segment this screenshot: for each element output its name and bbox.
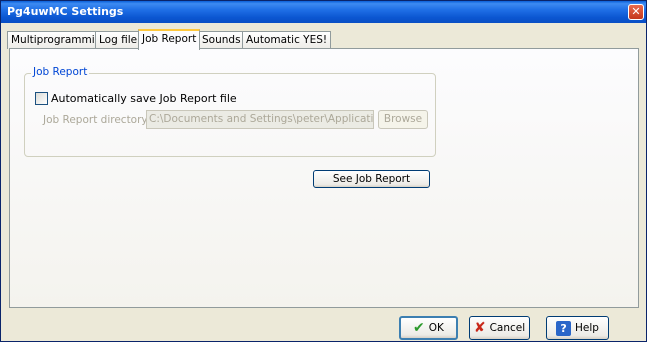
help-button[interactable]: ? Help (546, 316, 609, 340)
tab-label: Multiprogramming (11, 34, 108, 46)
directory-label: Job Report directory: (43, 114, 151, 126)
auto-save-row[interactable]: Automatically save Job Report file (35, 92, 237, 105)
browse-button: Browse (378, 110, 428, 129)
tab-label: Job Report (142, 33, 197, 45)
auto-save-checkbox[interactable] (35, 92, 48, 105)
job-report-group: Job Report Automatically save Job Report… (24, 66, 436, 157)
directory-field: C:\Documents and Settings\peter\Applicat… (146, 110, 374, 129)
tab-automatic-yes[interactable]: Automatic YES! (242, 31, 332, 49)
tab-label: Automatic YES! (246, 34, 328, 46)
ok-button[interactable]: ✔ OK (399, 316, 458, 340)
title-bar[interactable]: Pg4uwMC Settings ✕ (1, 1, 646, 23)
tab-label: Log file (99, 34, 138, 46)
check-icon: ✔ (413, 320, 425, 336)
auto-save-label[interactable]: Automatically save Job Report file (51, 92, 237, 105)
cancel-label: Cancel (489, 322, 526, 334)
see-job-report-button[interactable]: See Job Report (313, 170, 430, 188)
ok-label: OK (428, 322, 444, 334)
x-icon: ✘ (473, 320, 486, 336)
tab-job-report[interactable]: Job Report (138, 29, 201, 50)
tab-sounds[interactable]: Sounds (198, 31, 245, 49)
settings-window: Pg4uwMC Settings ✕ Multiprogramming Log … (0, 0, 647, 342)
close-icon[interactable]: ✕ (628, 4, 644, 20)
footer-bar: ✔ OK ✘ Cancel ? Help (1, 309, 646, 341)
tab-label: Sounds (202, 34, 241, 46)
group-title: Job Report (31, 66, 90, 78)
tab-panel-job-report: Job Report Automatically save Job Report… (9, 48, 639, 308)
help-icon: ? (556, 320, 572, 336)
tab-log-file[interactable]: Log file (95, 31, 142, 49)
cancel-button[interactable]: ✘ Cancel (469, 316, 530, 340)
help-label: Help (575, 322, 599, 334)
window-title: Pg4uwMC Settings (7, 5, 124, 18)
